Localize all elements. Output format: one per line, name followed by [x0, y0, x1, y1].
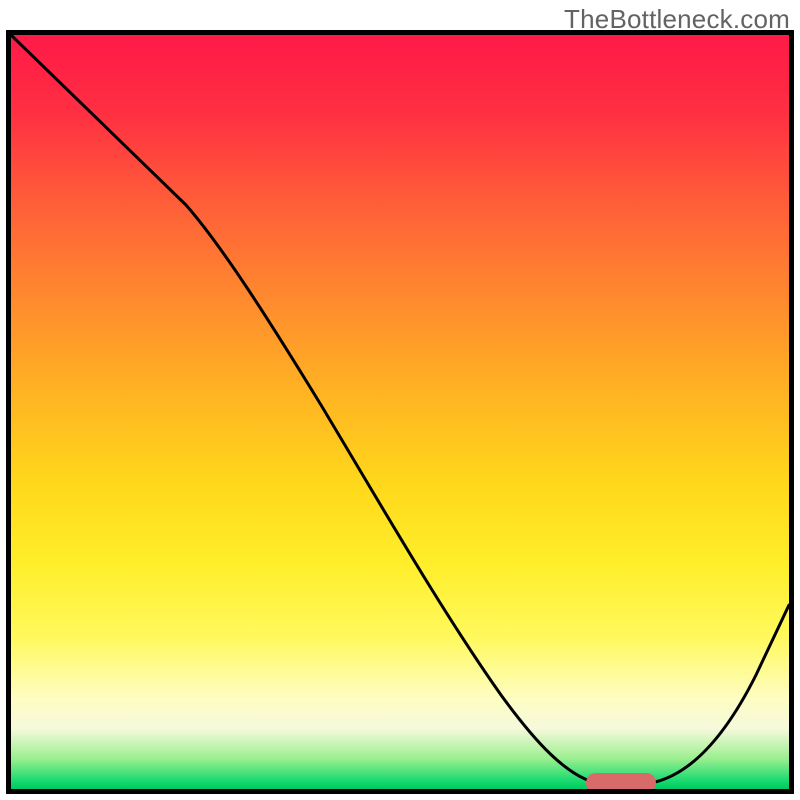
optimal-range-marker	[586, 773, 656, 789]
plot-frame	[6, 30, 794, 794]
curve-overlay	[11, 35, 789, 789]
bottleneck-curve	[11, 35, 789, 783]
